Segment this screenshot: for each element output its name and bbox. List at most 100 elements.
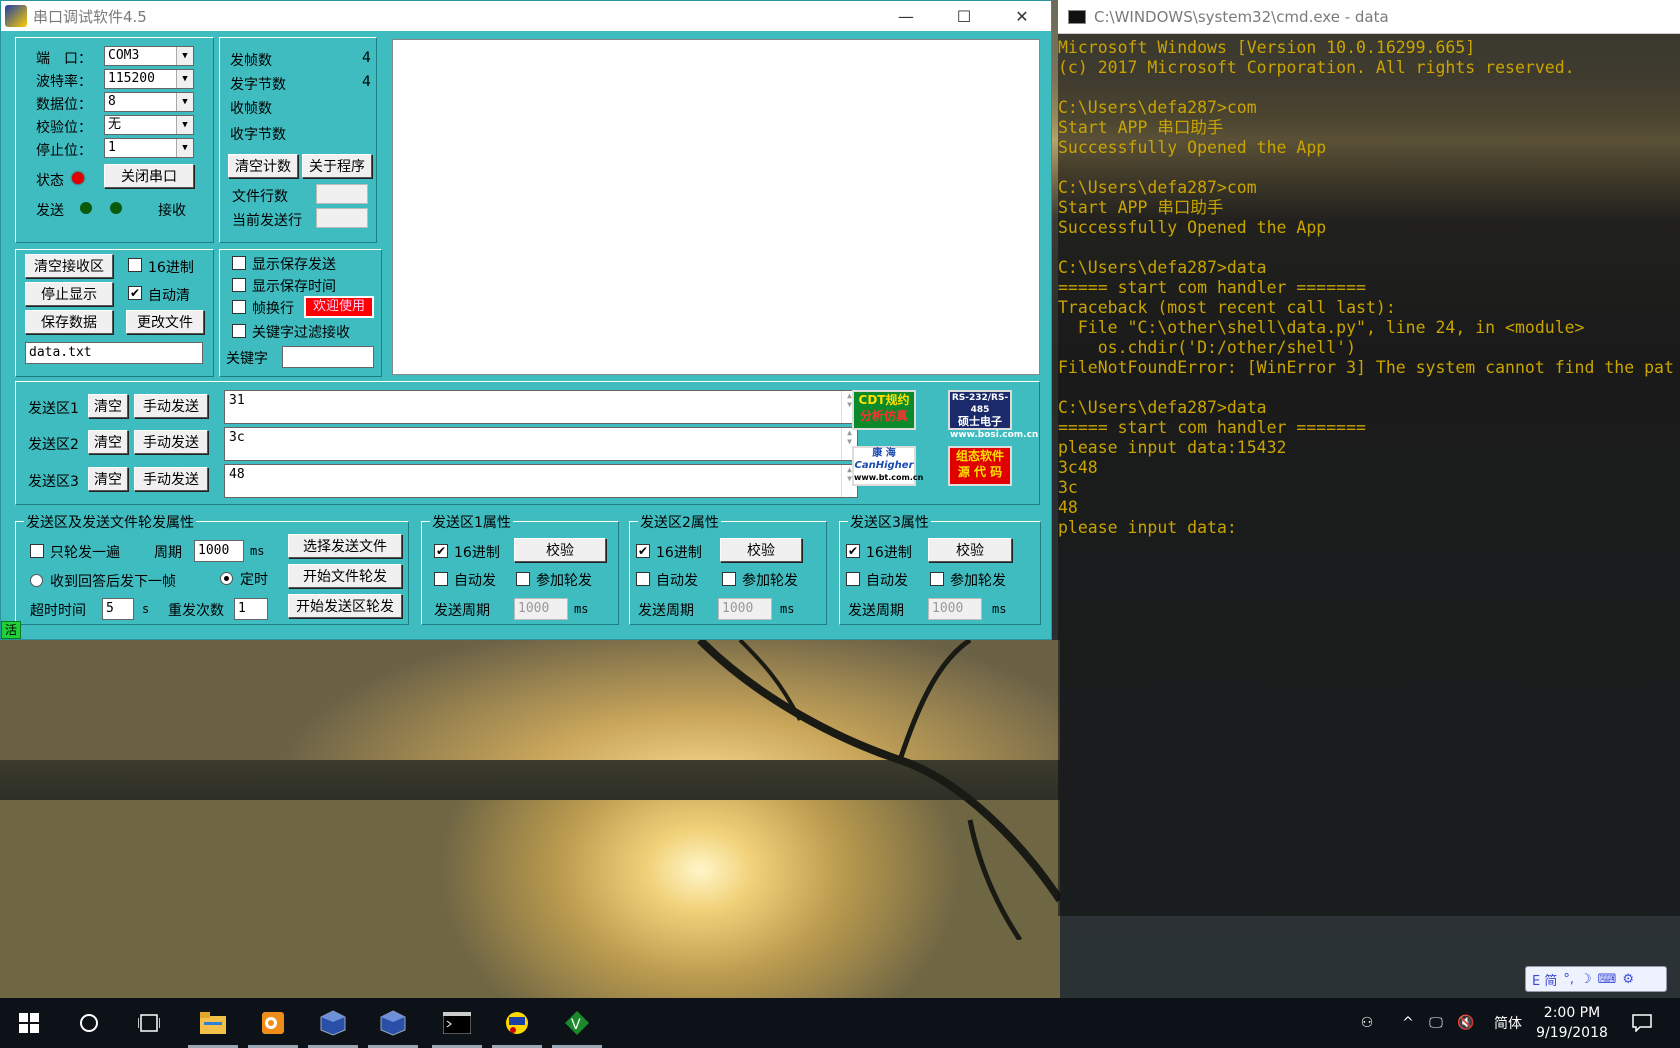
- serial-titlebar[interactable]: 串口调试软件4.5 — ☐ ✕: [1, 1, 1051, 31]
- virtualbox-vm-icon[interactable]: [364, 998, 422, 1048]
- console-output[interactable]: Microsoft Windows [Version 10.0.16299.66…: [1058, 34, 1680, 916]
- on-reply-radio[interactable]: [30, 574, 43, 587]
- file-explorer-icon[interactable]: [184, 998, 242, 1048]
- language-indicator[interactable]: 简体: [1488, 998, 1528, 1048]
- databits-select[interactable]: 8 ▼: [104, 92, 194, 112]
- select-send-file-button[interactable]: 选择发送文件: [288, 534, 402, 558]
- retry-field[interactable]: 1: [234, 598, 268, 620]
- cmd-taskbar-icon[interactable]: [428, 998, 486, 1048]
- stop-display-button[interactable]: 停止显示: [25, 282, 113, 306]
- area-3-auto-checkbox[interactable]: [846, 572, 860, 586]
- send-area-2-manual-button[interactable]: 手动发送: [134, 430, 208, 454]
- send-area-1-clear-button[interactable]: 清空: [88, 394, 128, 418]
- keyword-field[interactable]: [282, 346, 374, 368]
- ime-punct-icon[interactable]: °,: [1563, 972, 1574, 987]
- show-save-send-checkbox[interactable]: [232, 256, 246, 270]
- send-area-1-manual-button[interactable]: 手动发送: [134, 394, 208, 418]
- search-icon[interactable]: [60, 998, 118, 1048]
- area-2-auto-checkbox[interactable]: [636, 572, 650, 586]
- area-3-hex-checkbox[interactable]: ✔: [846, 544, 860, 558]
- ime-mode-label[interactable]: E 简: [1532, 970, 1557, 989]
- start-file-rotation-button[interactable]: 开始文件轮发: [288, 564, 402, 588]
- chevron-up-icon[interactable]: ^: [1396, 998, 1420, 1048]
- clear-count-button[interactable]: 清空计数: [228, 154, 298, 178]
- send-area-2-input[interactable]: 3c ▲ ▼: [224, 427, 858, 461]
- frame-newline-checkbox[interactable]: [232, 300, 246, 314]
- period-field[interactable]: 1000: [194, 540, 244, 562]
- baud-select[interactable]: 115200 ▼: [104, 69, 194, 89]
- close-icon[interactable]: ✕: [993, 1, 1051, 31]
- ime-settings-icon[interactable]: ⚙: [1622, 972, 1634, 987]
- windows-start-icon[interactable]: [0, 998, 58, 1048]
- welcome-banner[interactable]: 欢迎使用: [304, 296, 374, 318]
- send-area-3-manual-button[interactable]: 手动发送: [134, 467, 208, 491]
- canhigher-logo[interactable]: 康 海 CanHigher www.bt.com.cn: [852, 446, 923, 486]
- maximize-icon[interactable]: ☐: [935, 1, 993, 31]
- stopbits-select[interactable]: 1 ▼: [104, 138, 194, 158]
- timed-radio[interactable]: [220, 572, 233, 585]
- vim-icon[interactable]: V: [548, 998, 606, 1048]
- save-data-button[interactable]: 保存数据: [25, 310, 113, 334]
- auto-clear-checkbox[interactable]: ✔: [128, 286, 142, 300]
- chevron-down-icon[interactable]: ▼: [176, 116, 193, 134]
- port-select[interactable]: COM3 ▼: [104, 46, 194, 66]
- ime-keyboard-icon[interactable]: ⌨: [1598, 972, 1617, 987]
- area-3-period-unit: ms: [992, 602, 1007, 616]
- file-lines-field: [316, 184, 368, 204]
- stopbits-label: 停止位：: [36, 143, 92, 159]
- area-3-period-label: 发送周期: [848, 603, 904, 619]
- chevron-down-icon[interactable]: ▼: [176, 47, 193, 65]
- filename-field[interactable]: data.txt: [25, 342, 203, 364]
- cdt-logo[interactable]: CDT规约 分析仿真: [852, 390, 916, 430]
- timeout-field[interactable]: 5: [102, 598, 134, 620]
- area-2-hex-checkbox[interactable]: ✔: [636, 544, 650, 558]
- receive-area[interactable]: [392, 39, 1040, 375]
- about-button[interactable]: 关于程序: [302, 154, 372, 178]
- serial-tool-taskbar-icon[interactable]: [488, 998, 546, 1048]
- show-save-send-label: 显示保存发送: [252, 257, 336, 273]
- console-line: ===== start com handler =======: [1058, 418, 1366, 437]
- console-line: Successfully Opened the App: [1058, 218, 1327, 237]
- minimize-icon[interactable]: —: [877, 1, 935, 31]
- network-icon[interactable]: 🖵: [1424, 998, 1448, 1048]
- task-view-icon[interactable]: [120, 998, 178, 1048]
- send-area-3-input[interactable]: 48 ▲ ▼: [224, 464, 858, 498]
- on-reply-label: 收到回答后发下一帧: [50, 574, 176, 590]
- area-1-auto-label: 自动发: [454, 573, 496, 589]
- clock[interactable]: 2:00 PM 9/19/2018: [1532, 998, 1612, 1048]
- area-3-verify-button[interactable]: 校验: [928, 538, 1012, 562]
- start-area-rotation-button[interactable]: 开始发送区轮发: [288, 594, 402, 618]
- area-2-join-checkbox[interactable]: [722, 572, 736, 586]
- clear-receive-button[interactable]: 清空接收区: [25, 254, 113, 278]
- send-area-2-clear-button[interactable]: 清空: [88, 430, 128, 454]
- change-file-button[interactable]: 更改文件: [126, 310, 204, 334]
- volume-muted-icon[interactable]: 🔇: [1454, 998, 1478, 1048]
- close-port-button[interactable]: 关闭串口: [104, 164, 194, 188]
- chevron-down-icon[interactable]: ▼: [176, 139, 193, 157]
- area-1-join-checkbox[interactable]: [516, 572, 530, 586]
- chevron-down-icon[interactable]: ▼: [176, 93, 193, 111]
- area-2-verify-button[interactable]: 校验: [720, 538, 802, 562]
- action-center-icon[interactable]: [1622, 998, 1662, 1048]
- ime-moon-icon[interactable]: ☽: [1580, 972, 1592, 987]
- area-1-verify-button[interactable]: 校验: [514, 538, 606, 562]
- chevron-down-icon[interactable]: ▼: [176, 70, 193, 88]
- config-software-logo[interactable]: 组态软件源 代 码: [948, 446, 1012, 486]
- rotate-once-checkbox[interactable]: [30, 544, 44, 558]
- parity-select[interactable]: 无 ▼: [104, 115, 194, 135]
- area-1-auto-checkbox[interactable]: [434, 572, 448, 586]
- outlook-icon[interactable]: [244, 998, 302, 1048]
- virtualbox-icon[interactable]: [304, 998, 362, 1048]
- file-lines-label: 文件行数: [232, 189, 288, 205]
- cmd-titlebar[interactable]: C:\WINDOWS\system32\cmd.exe - data: [1058, 0, 1680, 34]
- rs232-logo[interactable]: RS-232/RS-485 硕士电子 www.bosi.com.cn: [948, 390, 1038, 440]
- send-area-1-input[interactable]: 31 ▲ ▼: [224, 390, 858, 424]
- ime-toolbar[interactable]: E 简 °, ☽ ⌨ ⚙: [1525, 966, 1667, 992]
- hex16-rx-checkbox[interactable]: [128, 258, 142, 272]
- show-save-time-checkbox[interactable]: [232, 278, 246, 292]
- send-area-3-clear-button[interactable]: 清空: [88, 467, 128, 491]
- keyword-filter-checkbox[interactable]: [232, 324, 246, 338]
- area-1-hex-checkbox[interactable]: ✔: [434, 544, 448, 558]
- area-3-join-checkbox[interactable]: [930, 572, 944, 586]
- people-icon[interactable]: ⚇: [1350, 998, 1384, 1048]
